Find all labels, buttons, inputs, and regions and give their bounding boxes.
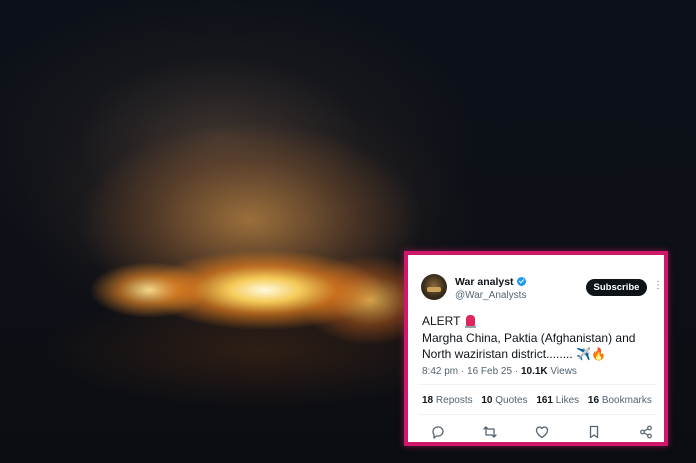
divider [418, 384, 656, 385]
subscribe-button[interactable]: Subscribe [586, 279, 647, 296]
avatar[interactable] [421, 274, 447, 300]
tweet-text: ALERT Margha China, Paktia (Afghanistan)… [422, 313, 658, 363]
views-count: 10.1K [520, 366, 548, 377]
verified-badge-icon [516, 277, 526, 286]
engagement-stats: 18 Reposts 10 Quotes 161 Likes 16 Bookma… [422, 395, 658, 406]
bookmarks-stat[interactable]: 16 Bookmarks [588, 395, 652, 406]
reposts-stat[interactable]: 18 Reposts [422, 395, 473, 406]
tweet-text-line-2: Margha China, Paktia (Afghanistan) and [422, 330, 636, 345]
more-options-icon[interactable]: ⋮ [653, 280, 663, 291]
views-label: Views [547, 366, 577, 377]
divider [418, 414, 656, 415]
police-light-icon [464, 315, 476, 328]
tweet-timestamp[interactable]: 8:42 pm · 16 Feb 25 · [422, 366, 521, 377]
tweet-card: War analyst @War_Analysts Subscribe ⋮ AL… [418, 263, 663, 440]
quotes-stat[interactable]: 10 Quotes [481, 395, 527, 406]
bookmark-icon[interactable] [586, 424, 602, 440]
tweet-text-line-1: ALERT [422, 313, 658, 330]
tweet-actions-bar [430, 424, 654, 440]
display-name[interactable]: War analyst [455, 276, 526, 288]
display-name-text[interactable]: War analyst [455, 276, 514, 288]
likes-stat[interactable]: 161 Likes [536, 395, 579, 406]
tweet-meta: 8:42 pm · 16 Feb 25 · 10.1K Views [422, 366, 577, 377]
repost-icon[interactable] [482, 424, 498, 440]
share-icon[interactable] [638, 424, 654, 440]
user-handle[interactable]: @War_Analysts [455, 290, 526, 301]
tweet-text-line-3: North waziristan district........ ✈️🔥 [422, 347, 606, 361]
tweet-card-highlight: War analyst @War_Analysts Subscribe ⋮ AL… [404, 251, 668, 446]
like-icon[interactable] [534, 424, 550, 440]
reply-icon[interactable] [430, 424, 446, 440]
